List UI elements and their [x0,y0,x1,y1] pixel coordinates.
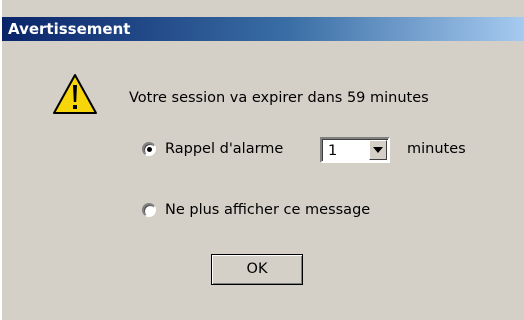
dont-show-radio[interactable] [142,203,156,217]
dropdown-button[interactable] [369,140,387,160]
dont-show-radio-label[interactable]: Ne plus afficher ce message [165,201,370,219]
dialog-title: Avertissement [8,20,131,38]
warning-dialog: Avertissement Votre session va expirer d… [0,0,524,320]
minutes-unit-label: minutes [407,141,466,157]
focus-outline [216,259,298,280]
session-expiry-message: Votre session va expirer dans 59 minutes [129,90,429,106]
warning-icon [53,74,97,114]
radio-selected-dot [147,147,152,152]
reminder-minutes-select[interactable]: 1 [320,137,390,163]
chevron-down-icon [373,147,383,153]
reminder-radio[interactable] [142,142,156,156]
dialog-titlebar[interactable]: Avertissement [2,17,524,41]
reminder-minutes-value: 1 [328,143,338,159]
reminder-radio-label[interactable]: Rappel d'alarme [165,140,283,158]
ok-button[interactable]: OK [211,254,303,285]
